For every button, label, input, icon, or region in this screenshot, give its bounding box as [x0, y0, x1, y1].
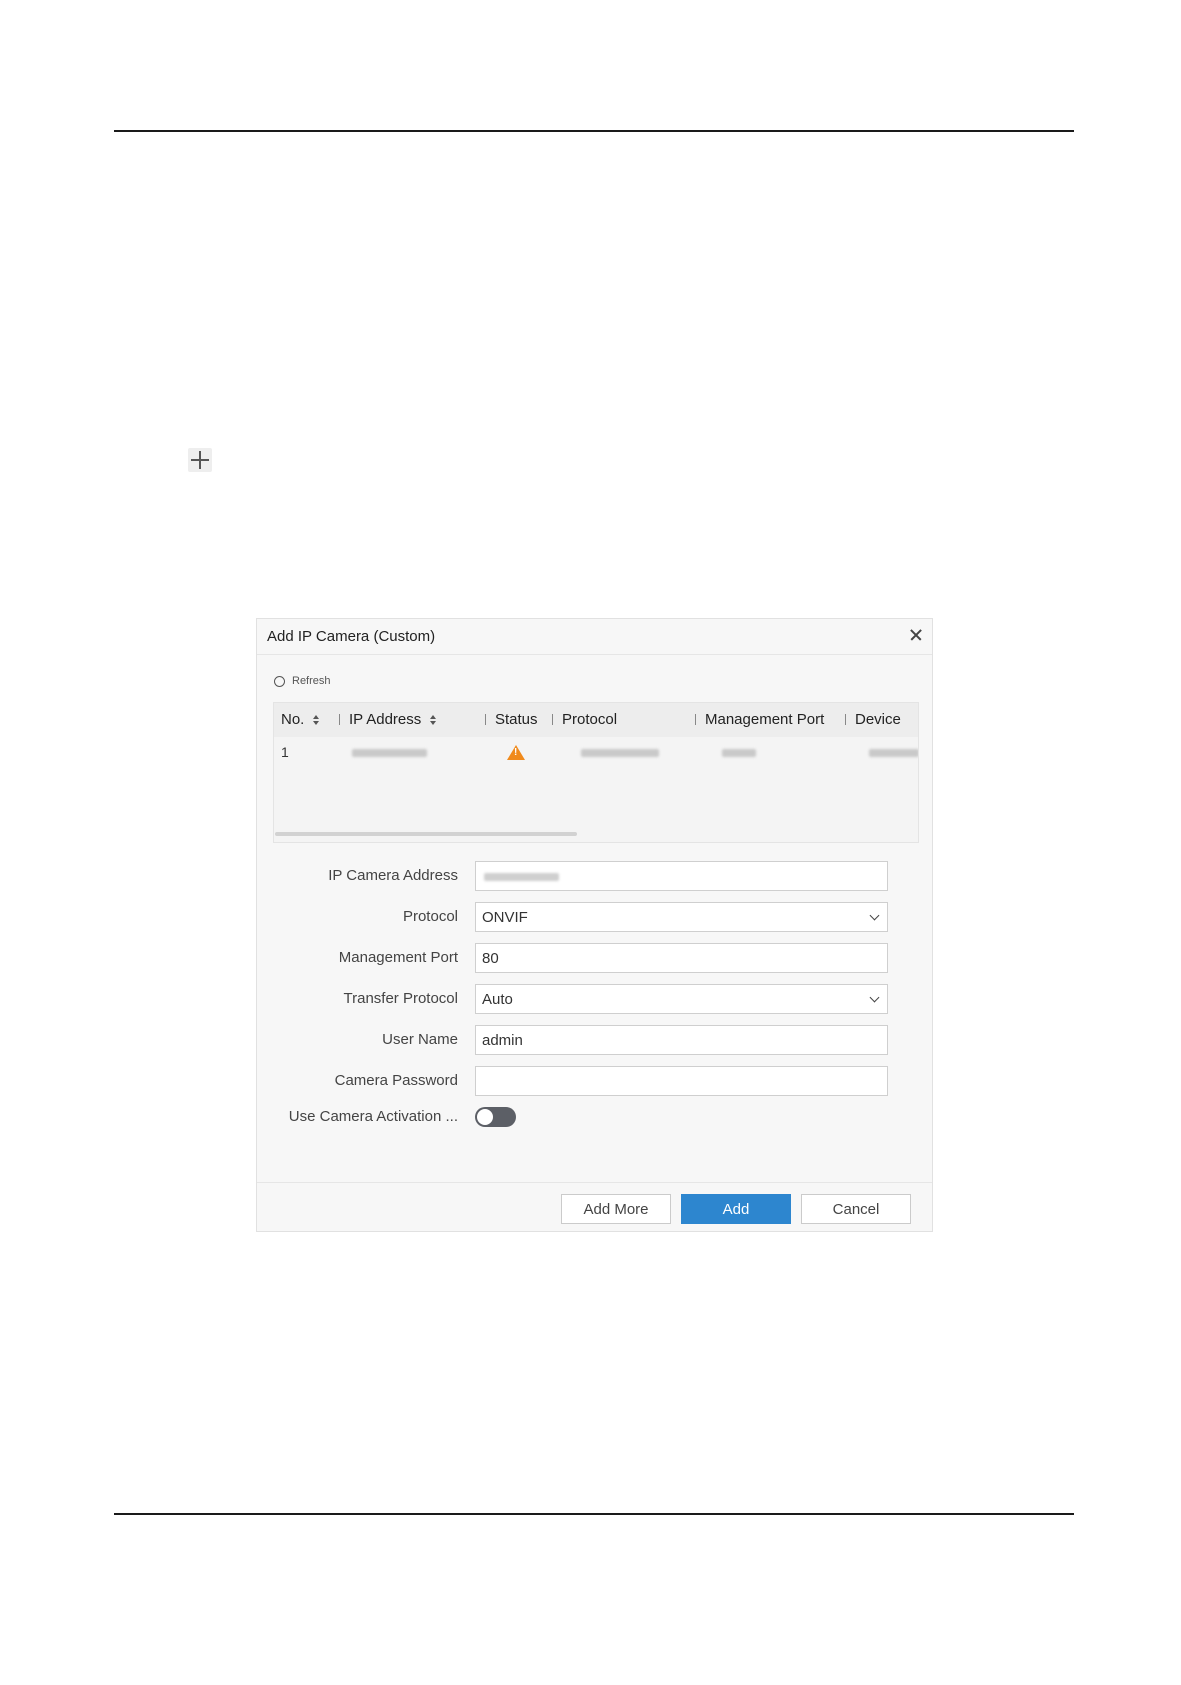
warning-icon	[507, 745, 525, 760]
chevron-down-icon	[869, 992, 880, 1003]
close-icon[interactable]	[906, 625, 926, 645]
dialog-header: Add IP Camera (Custom)	[257, 619, 932, 655]
column-header-status[interactable]: Status	[485, 711, 538, 728]
protocol-value: ONVIF	[482, 908, 528, 926]
ip-camera-address-label: IP Camera Address	[328, 867, 458, 884]
transfer-protocol-select[interactable]: Auto	[475, 984, 888, 1014]
refresh-label: Refresh	[292, 675, 331, 687]
cell-ip-address-redacted	[352, 749, 427, 757]
dialog-footer: Add More Add Cancel	[257, 1182, 932, 1231]
sort-icon[interactable]	[430, 714, 437, 725]
transfer-protocol-value: Auto	[482, 990, 513, 1008]
camera-activation-toggle[interactable]	[475, 1107, 516, 1127]
camera-activation-row: Use Camera Activation ...	[257, 1105, 934, 1135]
add-ip-camera-dialog: Add IP Camera (Custom) Refresh No. IP Ad…	[256, 618, 933, 1232]
camera-password-row: Camera Password	[257, 1066, 934, 1096]
refresh-button[interactable]: Refresh	[274, 675, 331, 687]
user-name-label: User Name	[382, 1031, 458, 1048]
add-button[interactable]: Add	[681, 1194, 791, 1224]
cell-protocol-redacted	[581, 749, 659, 757]
camera-password-input[interactable]	[475, 1066, 888, 1096]
cell-device-redacted	[869, 749, 918, 757]
transfer-protocol-label: Transfer Protocol	[343, 990, 459, 1007]
sort-icon[interactable]	[313, 714, 320, 725]
camera-table: No. IP Address Status Protocol Managemen…	[273, 702, 919, 843]
add-more-button[interactable]: Add More	[561, 1194, 671, 1224]
cancel-button[interactable]: Cancel	[801, 1194, 911, 1224]
protocol-row: Protocol ONVIF	[257, 902, 934, 932]
chevron-down-icon	[869, 910, 880, 921]
cell-no: 1	[281, 744, 289, 760]
transfer-protocol-row: Transfer Protocol Auto	[257, 984, 934, 1014]
plus-icon[interactable]	[188, 448, 212, 472]
toggle-knob	[477, 1109, 493, 1125]
ip-camera-address-row: IP Camera Address	[257, 861, 934, 891]
dialog-title: Add IP Camera (Custom)	[267, 628, 436, 645]
column-header-protocol[interactable]: Protocol	[552, 711, 617, 728]
column-header-ip-address[interactable]: IP Address	[339, 711, 437, 728]
camera-password-label: Camera Password	[334, 1072, 458, 1089]
management-port-row: Management Port	[257, 943, 934, 973]
horizontal-scrollbar[interactable]	[275, 832, 577, 836]
protocol-select[interactable]: ONVIF	[475, 902, 888, 932]
management-port-label: Management Port	[338, 949, 458, 966]
column-header-no[interactable]: No.	[281, 711, 320, 728]
column-header-management-port[interactable]: Management Port	[695, 711, 824, 728]
table-header: No. IP Address Status Protocol Managemen…	[274, 703, 918, 737]
column-header-device[interactable]: Device	[845, 711, 901, 728]
user-name-input[interactable]	[475, 1025, 888, 1055]
user-name-row: User Name	[257, 1025, 934, 1055]
header-rule	[114, 130, 1074, 132]
ip-address-redacted	[484, 873, 559, 881]
cell-port-redacted	[722, 749, 756, 757]
ip-camera-address-input[interactable]	[475, 861, 888, 891]
table-row[interactable]: 1	[274, 737, 918, 767]
refresh-icon	[274, 675, 285, 687]
footer-rule	[114, 1513, 1074, 1515]
protocol-label: Protocol	[402, 908, 458, 925]
camera-activation-label: Use Camera Activation ...	[288, 1108, 458, 1125]
management-port-input[interactable]	[475, 943, 888, 973]
